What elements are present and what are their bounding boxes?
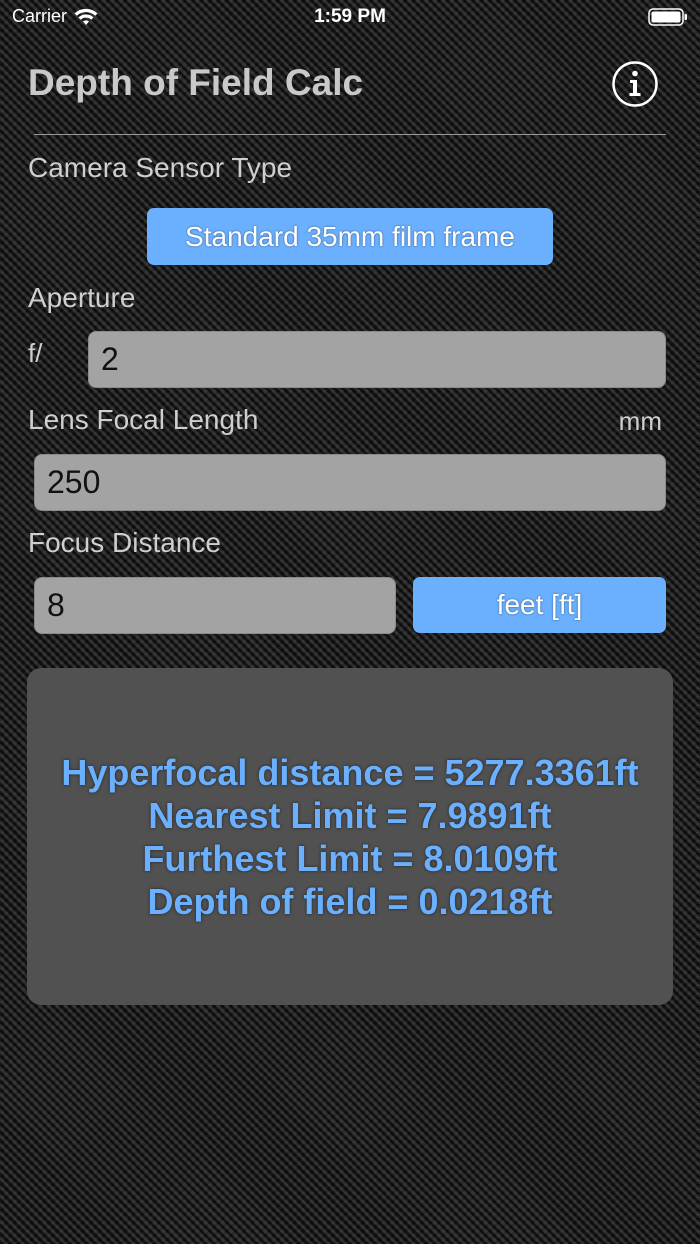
depth-of-field-result: Depth of field = 0.0218ft xyxy=(147,880,553,922)
furthest-limit-result: Furthest Limit = 8.0109ft xyxy=(142,837,558,879)
focus-distance-value: 8 xyxy=(47,587,65,623)
sensor-type-button-label: Standard 35mm film frame xyxy=(185,220,515,252)
hyperfocal-result: Hyperfocal distance = 5277.3361ft xyxy=(61,751,639,793)
focus-distance-input[interactable]: 8 xyxy=(34,577,396,634)
nearest-limit-result: Nearest Limit = 7.9891ft xyxy=(148,794,552,836)
battery-icon xyxy=(648,8,687,26)
aperture-label: Aperture xyxy=(28,282,136,313)
distance-unit-button[interactable]: feet [ft] xyxy=(413,577,666,633)
focus-distance-label: Focus Distance xyxy=(28,527,221,558)
info-icon[interactable] xyxy=(611,60,659,108)
focal-length-label: Lens Focal Length xyxy=(28,404,259,435)
header-divider xyxy=(34,134,666,135)
results-panel: Hyperfocal distance = 5277.3361ft Neares… xyxy=(27,668,673,1005)
aperture-value: 2 xyxy=(101,341,119,377)
distance-unit-button-label: feet [ft] xyxy=(496,589,583,620)
sensor-type-button[interactable]: Standard 35mm film frame xyxy=(147,208,553,265)
status-time: 1:59 PM xyxy=(314,6,386,27)
sensor-label: Camera Sensor Type xyxy=(28,152,293,183)
focal-length-value: 250 xyxy=(47,464,101,500)
aperture-input[interactable]: 2 xyxy=(88,331,666,388)
f-stop-prefix: f/ xyxy=(28,338,43,368)
focal-length-input[interactable]: 250 xyxy=(34,454,666,511)
page-title: Depth of Field Calc xyxy=(28,62,364,103)
focal-length-unit: mm xyxy=(618,406,662,436)
